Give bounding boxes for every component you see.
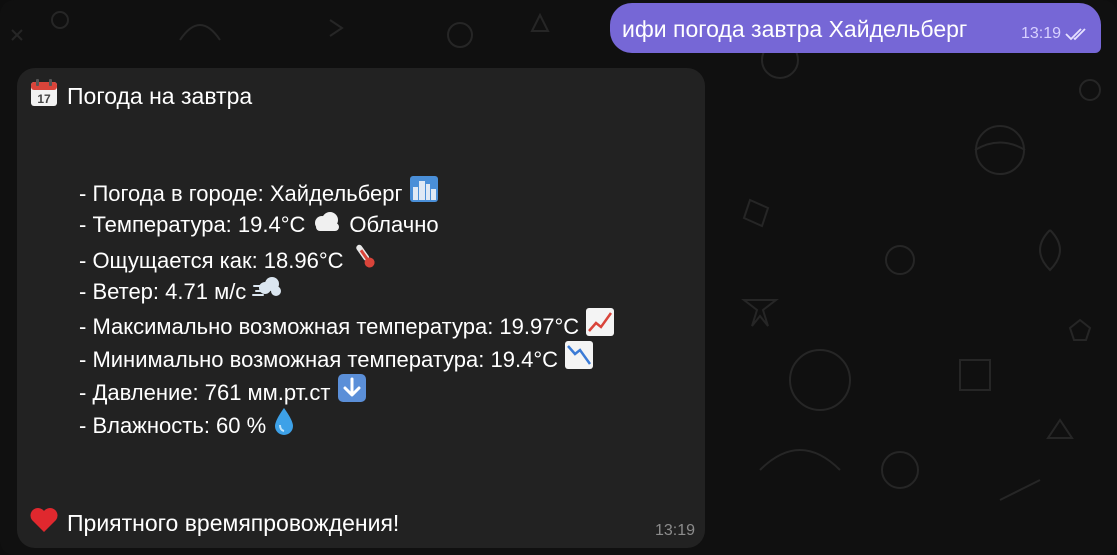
weather-line-city: - Погода в городе: Хайдельберг [79, 175, 439, 212]
heart-icon [29, 506, 59, 540]
cloud-icon [311, 208, 343, 241]
weather-line-text: - Влажность: 60 % [79, 413, 267, 438]
outgoing-message-time: 13:19 [1020, 25, 1061, 42]
message-footer-text: Приятного времяпровождения! [67, 510, 400, 536]
message-title: Погода на завтра [67, 83, 253, 109]
droplet-icon [272, 406, 296, 445]
weather-line-text: - Минимально возможная температура: 19.4… [79, 347, 559, 372]
outgoing-message-meta: 13:19 [1021, 25, 1091, 43]
outgoing-message-text: ифи погода завтра Хайдельберг [622, 16, 968, 42]
weather-line-text: - Ощущается как: 18.96°C [79, 248, 344, 273]
weather-line-text: - Погода в городе: Хайдельберг [79, 181, 403, 206]
thermometer-icon [350, 241, 380, 280]
weather-condition: Облачно [349, 212, 439, 237]
weather-line-text: - Ветер: 4.71 м/с [79, 279, 247, 304]
calendar-icon: 17 [29, 78, 59, 114]
weather-line-humidity: - Влажность: 60 % [79, 406, 296, 445]
message-title-row: 17 Погода на завтра [29, 78, 252, 114]
double-check-icon [1065, 28, 1086, 41]
down-arrow-icon [337, 373, 367, 412]
svg-text:17: 17 [37, 92, 51, 106]
weather-line-text: - Температура: 19.4°C [79, 212, 306, 237]
cityscape-icon [409, 175, 439, 212]
wind-icon [252, 274, 284, 309]
weather-line-wind: - Ветер: 4.71 м/с [79, 274, 284, 309]
outgoing-message-bubble[interactable]: ифи погода завтра Хайдельберг 13:19 [610, 3, 1101, 53]
incoming-message-time: 13:19 [654, 522, 695, 539]
message-footer-row: Приятного времяпровождения! [29, 506, 399, 540]
weather-line-temperature: - Температура: 19.4°C Облачно [79, 208, 439, 241]
weather-line-text: - Максимально возможная температура: 19.… [79, 314, 580, 339]
chart-decreasing-icon [564, 340, 594, 379]
weather-line-text: - Давление: 761 мм.рт.ст [79, 380, 331, 405]
incoming-message-bubble[interactable]: 17 Погода на завтра - Погода в городе: Х… [17, 68, 705, 548]
